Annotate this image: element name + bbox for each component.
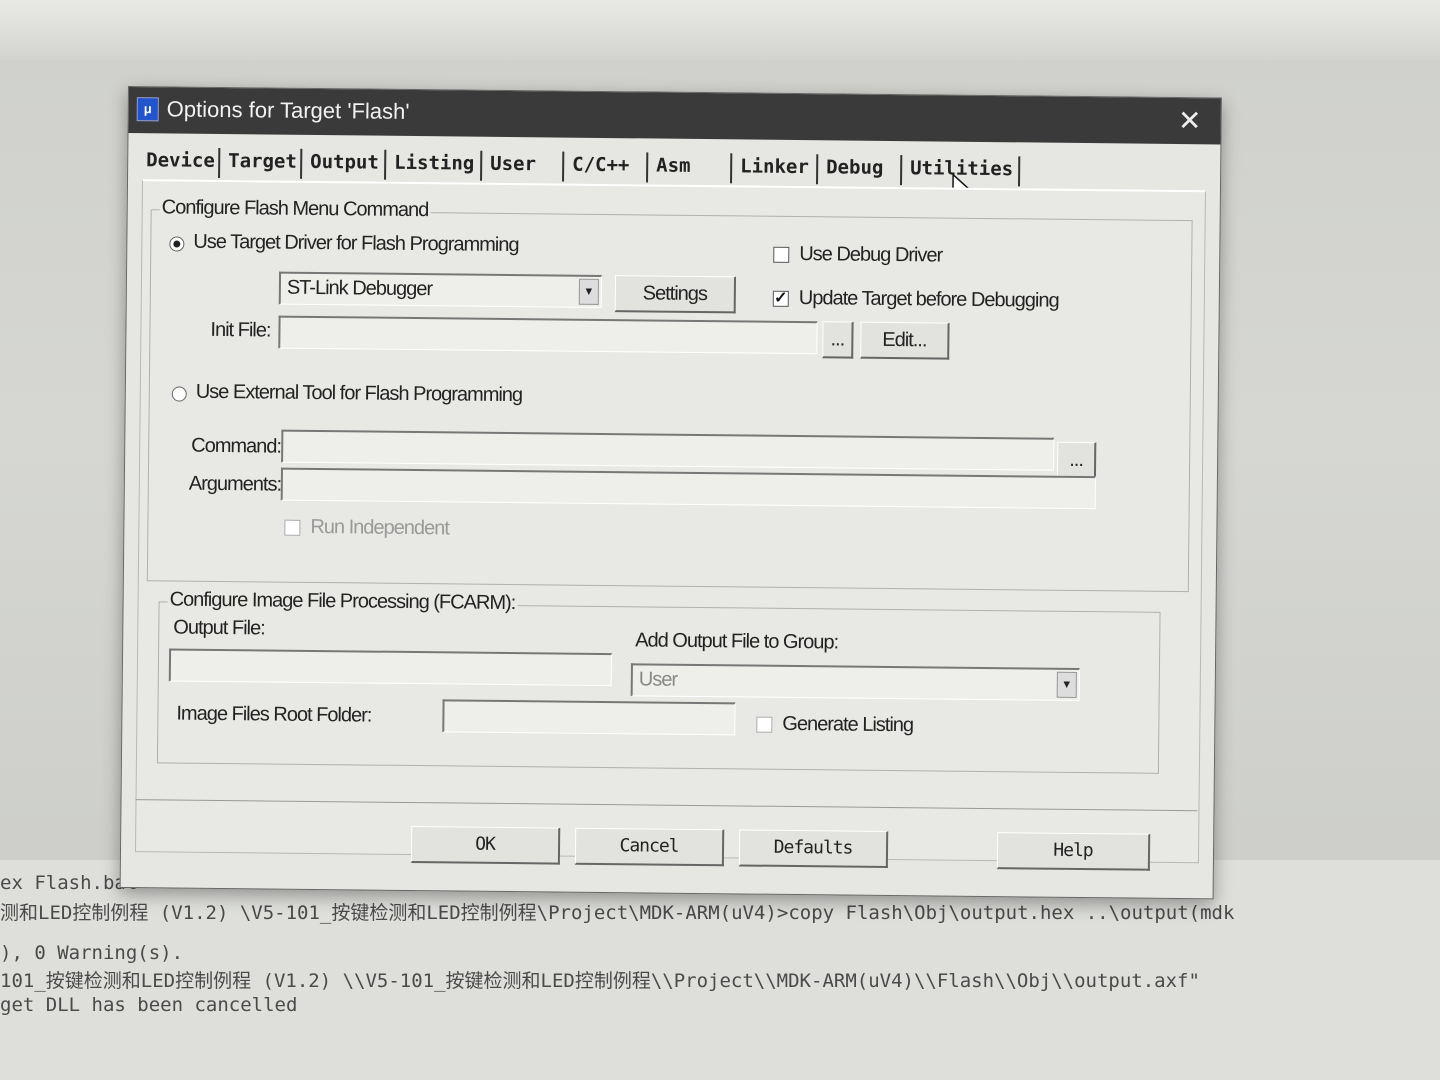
tab-separator (646, 152, 649, 183)
settings-button[interactable]: Settings (614, 275, 737, 314)
run-independent-checkbox[interactable] (284, 519, 301, 536)
tab-separator (1017, 156, 1021, 187)
edit-button[interactable]: Edit... (860, 321, 950, 360)
init-file-input[interactable] (278, 315, 818, 355)
driver-select[interactable]: ST-Link Debugger ▼ (278, 271, 603, 308)
tab-user[interactable]: User (490, 153, 536, 175)
tab-separator (816, 154, 819, 185)
group-select-value: User (638, 668, 678, 691)
output-file-input[interactable] (168, 648, 613, 687)
group-select[interactable]: User ▼ (630, 663, 1080, 701)
init-file-label: Init File: (210, 318, 271, 342)
ok-button[interactable]: OK (410, 826, 561, 865)
tab-target[interactable]: Target (228, 150, 297, 173)
use-external-tool-radio[interactable] (171, 386, 187, 402)
cancel-button[interactable]: Cancel (574, 827, 725, 867)
defaults-button[interactable]: Defaults (738, 829, 889, 868)
generate-listing-checkbox[interactable] (756, 716, 773, 733)
tab-separator (480, 150, 483, 181)
flash-menu-group-title: Configure Flash Menu Command (159, 196, 431, 223)
close-button[interactable]: ✕ (1173, 104, 1207, 138)
tab-separator (384, 149, 387, 180)
command-browse-button[interactable]: ... (1056, 441, 1097, 480)
use-debug-driver-label: Use Debug Driver (799, 243, 943, 267)
tab-separator (218, 147, 221, 178)
tab-separator (300, 148, 303, 179)
build-output-line: ex Flash.bat (0, 872, 138, 894)
use-external-tool-label: Use External Tool for Flash Programming (195, 380, 523, 407)
driver-select-value: ST-Link Debugger (286, 276, 433, 301)
build-output-line: ), 0 Warning(s). (0, 942, 184, 964)
chevron-down-icon[interactable]: ▼ (578, 278, 600, 305)
arguments-input[interactable] (280, 467, 1096, 510)
command-label: Command: (191, 434, 282, 458)
tab-asm[interactable]: Asm (656, 155, 691, 177)
flash-menu-group: Configure Flash Menu Command Use Target … (146, 196, 1193, 593)
tab-separator (562, 151, 565, 182)
dialog-title: Options for Target 'Flash' (166, 96, 410, 124)
tab-c-cpp[interactable]: C/C++ (572, 154, 629, 177)
tab-device[interactable]: Device (146, 149, 215, 172)
add-to-group-label: Add Output File to Group: (635, 629, 839, 654)
tab-debug[interactable]: Debug (826, 156, 883, 179)
update-target-checkbox[interactable]: ✓ (772, 290, 789, 307)
build-output-line: 101_按键检测和LED控制例程 (V1.2) \\V5-101_按键检测和LE… (0, 970, 1200, 992)
build-output-line: get DLL has been cancelled (0, 994, 298, 1016)
utilities-tab-page: Configure Flash Menu Command Use Target … (134, 179, 1206, 864)
dialog-titlebar[interactable]: μ Options for Target 'Flash' ✕ (128, 87, 1221, 145)
image-processing-group: Configure Image File Processing (FCARM):… (156, 588, 1161, 774)
chevron-down-icon[interactable]: ▼ (1056, 671, 1077, 698)
run-independent-label: Run Independent (310, 515, 449, 540)
help-button[interactable]: Help (996, 832, 1151, 871)
image-processing-group-title: Configure Image File Processing (FCARM): (167, 588, 518, 616)
desktop-background (0, 0, 1440, 60)
tab-output[interactable]: Output (310, 151, 379, 174)
root-folder-label: Image Files Root Folder: (176, 702, 372, 727)
init-file-browse-button[interactable]: ... (822, 321, 854, 359)
build-output-line: 测和LED控制例程 (V1.2) \V5-101_按键检测和LED控制例程\Pr… (0, 902, 1235, 924)
update-target-label: Update Target before Debugging (798, 287, 1059, 312)
tab-listing[interactable]: Listing (394, 152, 474, 175)
use-target-driver-label: Use Target Driver for Flash Programming (193, 230, 519, 257)
use-debug-driver-checkbox[interactable] (773, 246, 790, 263)
tab-separator (730, 153, 733, 184)
output-file-label: Output File: (173, 616, 265, 640)
options-dialog: μ Options for Target 'Flash' ✕ Device Ta… (119, 86, 1222, 900)
command-input[interactable] (281, 429, 1055, 471)
use-target-driver-radio[interactable] (169, 236, 185, 252)
root-folder-input[interactable] (442, 699, 736, 736)
keil-project-icon: μ (136, 97, 159, 122)
arguments-label: Arguments: (188, 472, 282, 496)
generate-listing-label: Generate Listing (782, 712, 914, 737)
tab-linker[interactable]: Linker (740, 155, 809, 178)
tab-separator (900, 155, 903, 186)
